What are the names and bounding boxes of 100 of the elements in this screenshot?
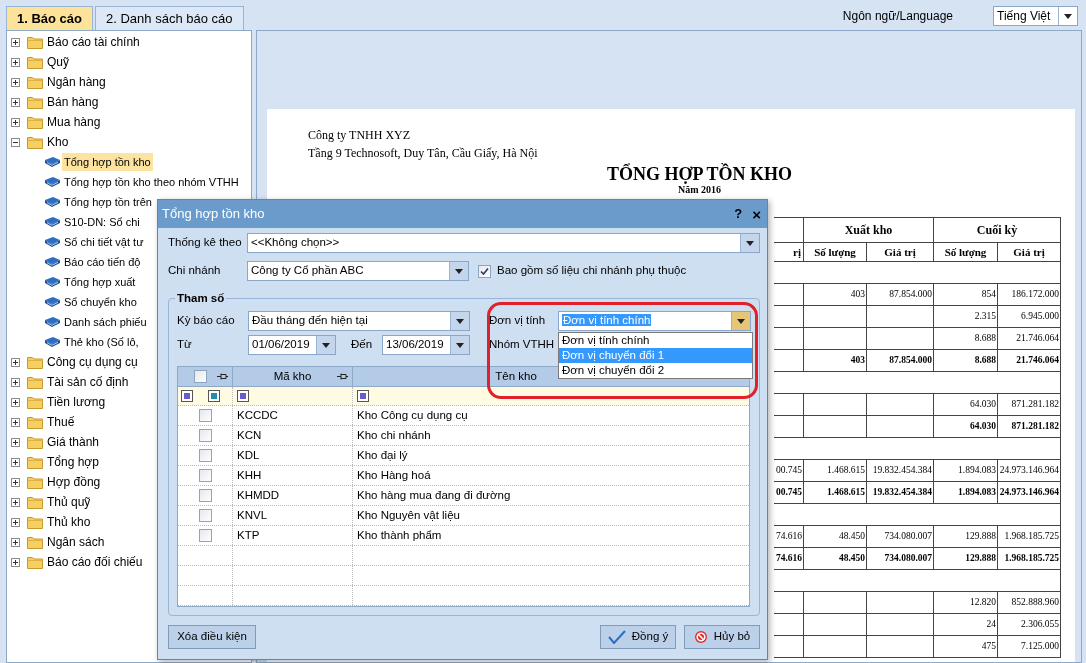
tab[interactable]: 2. Danh sách báo cáo <box>95 6 244 30</box>
tree-item[interactable]: Tổng hợp tồn kho theo nhóm VTHH <box>62 172 241 192</box>
dropdown-option[interactable]: Đơn vị tính chính <box>559 333 752 348</box>
tree-item[interactable]: Bán hàng <box>46 93 100 111</box>
tree-item[interactable]: Ngân sách <box>46 533 106 551</box>
expand-icon[interactable] <box>11 357 20 367</box>
tree-item[interactable]: Thủ quỹ <box>46 493 92 511</box>
tree-item[interactable]: Thủ kho <box>46 513 92 531</box>
expand-icon[interactable] <box>11 437 20 447</box>
expand-icon[interactable] <box>11 57 20 67</box>
tree-item[interactable]: Mua hàng <box>46 113 102 131</box>
tree-item[interactable]: Báo cáo đối chiếu <box>46 553 144 571</box>
clear-conditions-button[interactable]: Xóa điều kiện <box>168 625 256 649</box>
tree-item[interactable]: Tổng hợp <box>46 453 100 471</box>
row-checkbox[interactable] <box>198 409 212 422</box>
tree-item[interactable]: Tổng hợp tồn trên <box>62 192 154 212</box>
table-cell: 64.030 <box>933 393 998 416</box>
folder-icon <box>27 55 43 69</box>
tree-item[interactable]: Báo cáo tài chính <box>46 33 141 51</box>
checkbox[interactable] <box>194 370 207 383</box>
field-label: Đơn vị tính <box>489 313 547 329</box>
expand-icon[interactable] <box>11 417 20 427</box>
row-checkbox[interactable] <box>198 469 212 482</box>
tab[interactable]: 1. Báo cáo <box>6 6 94 30</box>
tree-item[interactable]: Công cụ dụng cụ <box>46 353 139 371</box>
tree-item[interactable]: Tài sản cố định <box>46 373 130 391</box>
filter-icon[interactable] <box>181 390 193 402</box>
help-button[interactable]: ? <box>734 204 743 224</box>
table-cell: 00.745 <box>773 481 804 504</box>
language-select[interactable]: Tiếng Việt <box>993 6 1078 26</box>
filter-icon[interactable] <box>357 390 369 402</box>
checkbox[interactable] <box>478 264 491 278</box>
tree-item[interactable]: Giá thành <box>46 433 101 451</box>
tree-item[interactable]: Tiền lương <box>46 393 107 411</box>
period-combobox[interactable]: Đầu tháng đến hiện tại <box>248 311 470 331</box>
folder-icon <box>27 95 43 109</box>
book-icon <box>44 196 61 208</box>
table-cell: 8.688 <box>933 327 998 350</box>
column-header[interactable]: Mã kho <box>273 367 312 386</box>
row-checkbox[interactable] <box>198 489 212 502</box>
tree-item[interactable]: Hợp đồng <box>46 473 102 491</box>
table-cell: 24.973.146.964 <box>997 481 1061 504</box>
close-button[interactable]: × <box>752 206 761 222</box>
folder-icon <box>27 495 43 509</box>
table-cell: 74.616 <box>773 525 804 548</box>
tree-item[interactable]: Sổ chuyển kho <box>62 292 139 312</box>
tree-item[interactable]: Danh sách phiếu <box>62 312 149 332</box>
ok-button[interactable]: Đồng ý <box>600 625 676 649</box>
collapse-icon[interactable] <box>11 137 20 147</box>
folder-icon <box>27 555 43 569</box>
pin-icon[interactable] <box>217 372 228 381</box>
row-checkbox[interactable] <box>198 429 212 442</box>
dropdown-option[interactable]: Đơn vị chuyển đổi 2 <box>559 363 752 378</box>
filter-icon[interactable] <box>208 390 220 402</box>
expand-icon[interactable] <box>11 397 20 407</box>
tree-item[interactable]: Thuế <box>46 413 76 431</box>
expand-icon[interactable] <box>11 517 20 527</box>
company-address: Tầng 9 Technosoft, Duy Tân, Cầu Giấy, Hà Nội <box>308 145 539 162</box>
cancel-button[interactable]: Hủy bỏ <box>684 625 760 649</box>
expand-icon[interactable] <box>11 557 20 567</box>
tree-item[interactable]: Tổng hợp tồn kho <box>62 152 153 172</box>
tree-item[interactable]: Báo cáo tiến độ <box>62 252 143 272</box>
tree-item[interactable]: Quỹ <box>46 53 70 71</box>
expand-icon[interactable] <box>11 97 20 107</box>
folder-icon <box>27 355 43 369</box>
filter-icon[interactable] <box>237 390 249 402</box>
table-cell-text: KTP <box>237 527 260 543</box>
table-cell: 871.281.182 <box>997 393 1061 416</box>
table-cell <box>773 415 804 438</box>
tree-item[interactable]: Sổ chi tiết vật tư <box>62 232 146 252</box>
table-cell <box>866 305 934 328</box>
table-cell <box>803 635 867 658</box>
expand-icon[interactable] <box>11 497 20 507</box>
row-checkbox[interactable] <box>198 529 212 542</box>
expand-icon[interactable] <box>11 377 20 387</box>
row-checkbox[interactable] <box>198 509 212 522</box>
expand-icon[interactable] <box>11 477 20 487</box>
tree-item[interactable]: Kho <box>46 133 70 151</box>
row-checkbox[interactable] <box>198 449 212 462</box>
branch-combobox[interactable]: Công ty Cổ phần ABC <box>247 261 469 281</box>
date-field[interactable]: 13/06/2019 <box>382 335 470 355</box>
table-cell: 186.172.000 <box>997 283 1061 306</box>
expand-icon[interactable] <box>11 37 20 47</box>
tree-item[interactable]: Tổng hợp xuất <box>62 272 138 292</box>
table-cell: 1.968.185.725 <box>997 547 1061 570</box>
expand-icon[interactable] <box>11 77 20 87</box>
statistic-combobox[interactable]: <<Không chọn>> <box>247 233 760 253</box>
expand-icon[interactable] <box>11 117 20 127</box>
table-cell: 87.854.000 <box>866 349 934 372</box>
table-cell: 19.832.454.384 <box>866 481 934 504</box>
expand-icon[interactable] <box>11 537 20 547</box>
date-field[interactable]: 01/06/2019 <box>248 335 336 355</box>
column-header[interactable]: Tên kho <box>495 367 537 386</box>
expand-icon[interactable] <box>11 457 20 467</box>
tree-item[interactable]: Thẻ kho (Số lô, <box>62 332 141 352</box>
pin-icon[interactable] <box>337 372 348 381</box>
folder-icon <box>27 435 43 449</box>
tree-item[interactable]: S10-DN: Sổ chi <box>62 212 142 232</box>
tree-item[interactable]: Ngân hàng <box>46 73 107 91</box>
folder-icon <box>27 135 43 149</box>
